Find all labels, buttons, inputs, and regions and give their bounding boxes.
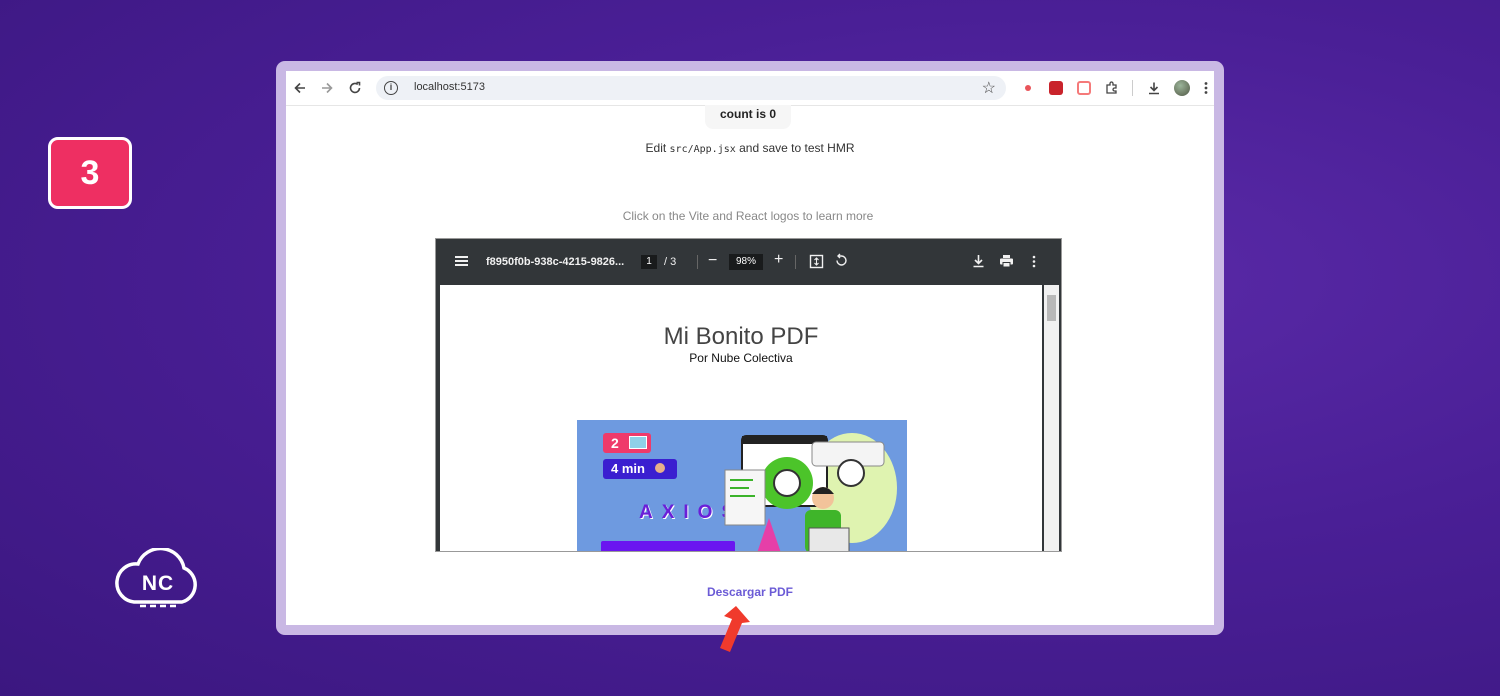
read-docs-text: Click on the Vite and React logos to lea… [622, 209, 874, 223]
pdf-document-subtitle: Por Nube Colectiva [689, 351, 793, 365]
info-icon[interactable]: i [384, 81, 398, 95]
profile-avatar[interactable] [1174, 80, 1190, 96]
edit-instructions: Edit src/App.jsx and save to test HMR [286, 141, 1214, 155]
zoom-in-icon[interactable]: + [774, 251, 783, 269]
pdf-document-title: Mi Bonito PDF [663, 323, 819, 350]
pdf-download-icon[interactable] [972, 254, 985, 273]
nc-cloud-logo: NC [112, 546, 204, 610]
edit-code-text: src/App.jsx [669, 144, 736, 155]
extension-red-dot-icon[interactable] [1021, 81, 1035, 95]
pdf-filename: f8950f0b-938c-4215-9826... [486, 256, 625, 268]
url-text[interactable]: localhost:5173 [414, 81, 485, 93]
download-icon[interactable] [1143, 77, 1165, 99]
pdf-toolbar: f8950f0b-938c-4215-9826... 1 / 3 − 98% + [436, 239, 1061, 285]
rotate-icon[interactable] [834, 253, 849, 273]
print-icon[interactable] [999, 254, 1014, 273]
step-number-badge: 3 [48, 137, 132, 209]
fit-page-icon[interactable] [809, 254, 824, 274]
thumb-time-text: 4 min [611, 461, 645, 476]
scrollbar-thumb[interactable] [1047, 295, 1056, 321]
star-icon[interactable]: ☆ [982, 78, 996, 98]
menu-icon[interactable] [455, 256, 468, 266]
forward-icon[interactable] [316, 77, 338, 99]
more-icon[interactable] [1199, 77, 1213, 99]
thumb-time-badge: 4 min [603, 459, 677, 479]
edit-suffix-text: and save to test HMR [735, 141, 855, 155]
count-button[interactable]: count is 0 [705, 105, 791, 129]
address-bar[interactable]: i localhost:5173 ☆ [376, 76, 1006, 100]
browser-window-frame: i localhost:5173 ☆ count is 0 Edit src/A… [276, 61, 1224, 635]
extension-pink-icon[interactable] [1077, 81, 1091, 95]
page-total: / 3 [664, 256, 677, 268]
pdf-scrollbar[interactable] [1044, 285, 1059, 551]
extension-red-square-icon[interactable] [1049, 81, 1063, 95]
download-pdf-link[interactable]: Descargar PDF [286, 585, 1214, 599]
pdf-page: Mi Bonito PDF Por Nube Colectiva 2 4 min… [440, 285, 1042, 551]
logo-text: NC [141, 572, 175, 595]
zoom-out-icon[interactable]: − [708, 252, 717, 270]
thumb-images-badge: 2 [603, 433, 651, 453]
toolbar-divider [1132, 80, 1133, 96]
page-number-input[interactable]: 1 [641, 255, 657, 269]
pdf-viewer[interactable]: f8950f0b-938c-4215-9826... 1 / 3 − 98% + [435, 238, 1062, 552]
developer-illustration [724, 433, 897, 551]
extension-icon[interactable] [1101, 77, 1123, 99]
thumb-bar [601, 541, 735, 551]
browser-toolbar: i localhost:5173 ☆ [286, 71, 1214, 106]
edit-prefix-text: Edit [645, 141, 670, 155]
pdf-more-icon[interactable] [1032, 255, 1036, 273]
toolbar-separator [697, 255, 698, 269]
pdf-cover-image: 2 4 min AXIOS [577, 420, 907, 551]
back-icon[interactable] [289, 77, 311, 99]
reload-icon[interactable] [344, 77, 366, 99]
toolbar-separator [795, 255, 796, 269]
zoom-level[interactable]: 98% [729, 254, 763, 270]
reader-icon [654, 463, 665, 473]
image-icon [628, 436, 647, 449]
thumb-images-count: 2 [611, 435, 619, 451]
pointer-arrow-icon [720, 606, 750, 652]
browser-window: i localhost:5173 ☆ count is 0 Edit src/A… [286, 71, 1214, 625]
